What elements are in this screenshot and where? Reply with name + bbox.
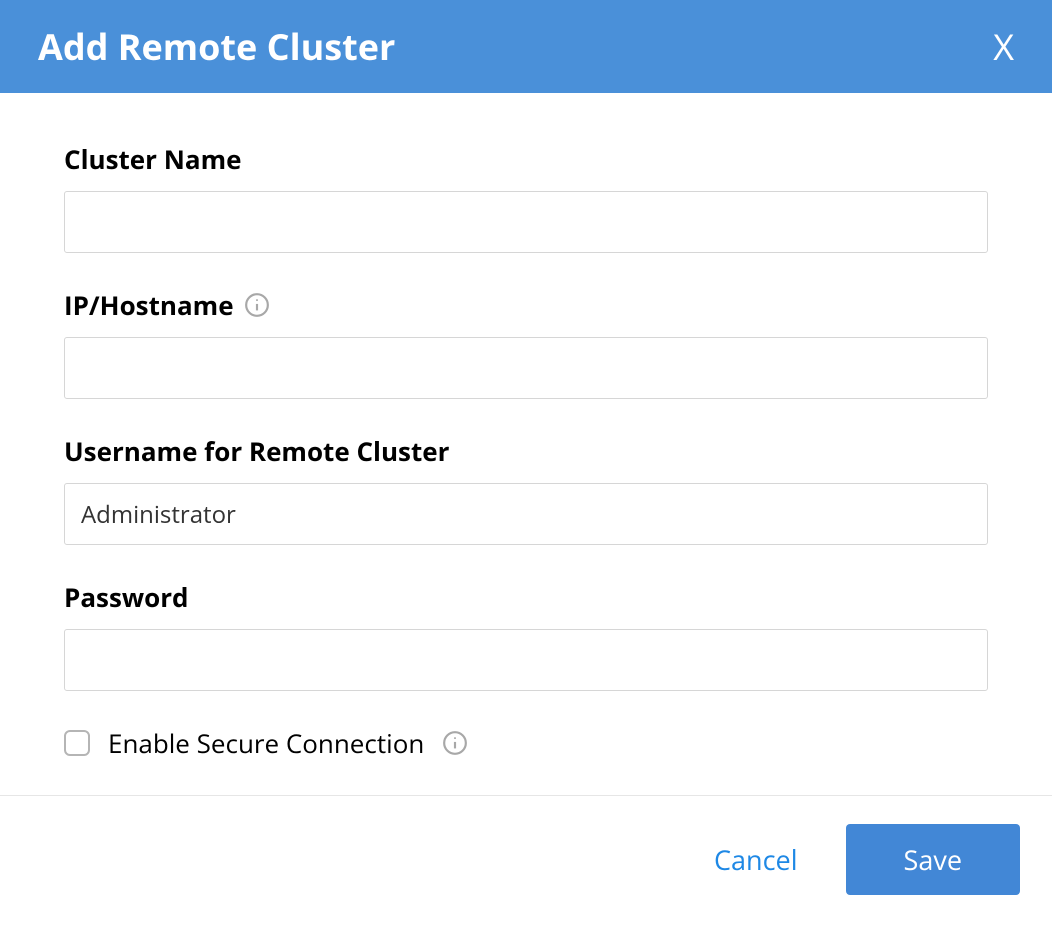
dialog-title: Add Remote Cluster (38, 22, 395, 71)
cluster-name-group: Cluster Name (64, 141, 988, 253)
cluster-name-input[interactable] (64, 191, 988, 253)
info-icon[interactable] (244, 292, 270, 318)
add-remote-cluster-dialog: Add Remote Cluster X Cluster Name IP/Hos… (0, 0, 1052, 923)
username-label: Username for Remote Cluster (64, 433, 988, 469)
dialog-footer: Cancel Save (0, 795, 1052, 923)
ip-hostname-input[interactable] (64, 337, 988, 399)
ip-hostname-group: IP/Hostname (64, 287, 988, 399)
dialog-body: Cluster Name IP/Hostname Username for Re… (0, 93, 1052, 795)
username-group: Username for Remote Cluster (64, 433, 988, 545)
cancel-button[interactable]: Cancel (714, 841, 797, 878)
dialog-header: Add Remote Cluster X (0, 0, 1052, 93)
ip-hostname-label: IP/Hostname (64, 287, 234, 323)
secure-connection-row: Enable Secure Connection (64, 725, 988, 761)
info-icon[interactable] (442, 730, 468, 756)
secure-connection-label: Enable Secure Connection (108, 725, 424, 761)
secure-connection-checkbox[interactable] (64, 730, 90, 756)
save-button[interactable]: Save (846, 824, 1020, 895)
cluster-name-label: Cluster Name (64, 141, 988, 177)
password-group: Password (64, 579, 988, 691)
close-button[interactable]: X (993, 29, 1014, 65)
username-input[interactable] (64, 483, 988, 545)
password-label: Password (64, 579, 988, 615)
password-input[interactable] (64, 629, 988, 691)
